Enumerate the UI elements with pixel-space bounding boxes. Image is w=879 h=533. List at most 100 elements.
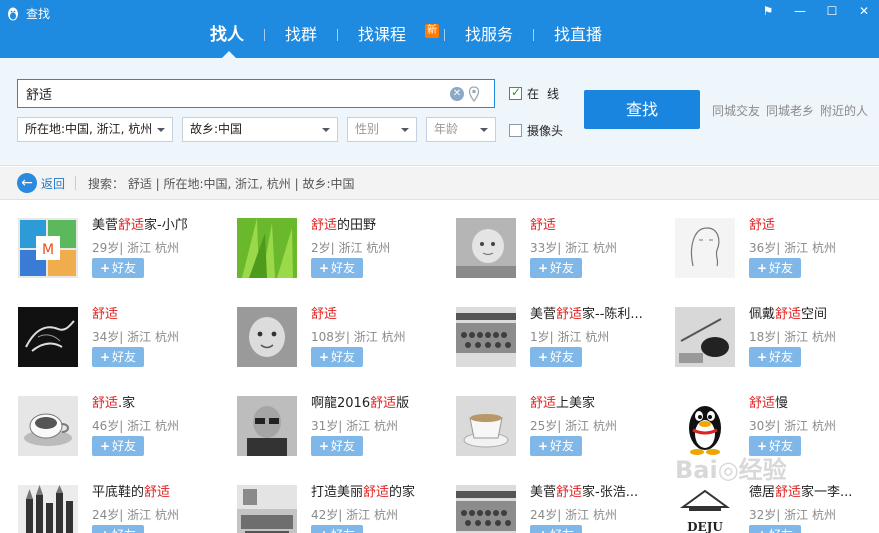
search-button[interactable]: 查找 <box>584 90 700 129</box>
result-card[interactable]: 啊龍2016舒适版 31岁| 浙江 杭州 + 好友 <box>237 396 447 466</box>
nickname[interactable]: 啊龍2016舒适版 <box>311 396 409 412</box>
result-card[interactable]: 平底鞋的舒适 24岁| 浙江 杭州 +好友 <box>18 485 228 533</box>
tab-find-courses[interactable]: 找课程 新 <box>338 22 444 48</box>
add-friend-button[interactable]: +好友 <box>311 436 363 456</box>
result-card[interactable]: 舒适.家 46岁| 浙江 杭州 + 好友 <box>18 396 228 466</box>
hometown-select[interactable]: 故乡:中国 <box>182 117 338 142</box>
nickname[interactable]: 舒适 <box>92 307 118 323</box>
avatar[interactable] <box>18 307 78 367</box>
plus-icon: + <box>538 528 548 533</box>
gender-select[interactable]: 性别 <box>347 117 417 142</box>
plus-icon: + <box>100 528 110 533</box>
add-friend-button[interactable]: +好友 <box>311 258 363 278</box>
avatar[interactable] <box>675 218 735 278</box>
result-card[interactable]: DEJU 德居舒适家一李... 32岁| 浙江 杭州 +好友 <box>675 485 879 533</box>
keyword-input[interactable] <box>26 80 436 107</box>
nickname[interactable]: 舒适 <box>749 218 775 234</box>
add-friend-button[interactable]: +好友 <box>749 347 801 367</box>
link-hometown-friends[interactable]: 同城老乡 <box>766 102 814 119</box>
avatar[interactable] <box>237 396 297 456</box>
avatar[interactable]: M <box>18 218 78 278</box>
nickname[interactable]: 舒适的田野 <box>311 218 376 234</box>
nickname[interactable]: 舒适上美家 <box>530 396 595 412</box>
menu-icon[interactable]: ⚑ <box>761 4 775 18</box>
nickname[interactable]: 舒适.家 <box>92 396 135 412</box>
avatar[interactable] <box>456 218 516 278</box>
nickname[interactable]: 德居舒适家一李... <box>749 485 852 501</box>
tab-find-people[interactable]: 找人 <box>190 22 264 48</box>
avatar[interactable] <box>456 396 516 456</box>
avatar[interactable] <box>237 218 297 278</box>
add-friend-button[interactable]: +好友 <box>530 436 582 456</box>
avatar[interactable] <box>237 307 297 367</box>
add-friend-button[interactable]: +好友 <box>530 258 582 278</box>
result-card[interactable]: 舒适 108岁| 浙江 杭州 + 好友 <box>237 307 447 377</box>
result-card[interactable]: 打造美丽舒适的家 42岁| 浙江 杭州 +好友 <box>237 485 447 533</box>
add-friend-button[interactable]: +好友 <box>92 347 144 367</box>
online-checkbox[interactable] <box>509 85 522 100</box>
result-card[interactable]: M 美菅舒适家-小邝 29岁| 浙江 杭州 + 好友 <box>18 218 228 288</box>
nickname[interactable]: 舒适慢 <box>749 396 788 412</box>
add-friend-button[interactable]: +好友 <box>92 258 144 278</box>
nickname[interactable]: 佩戴舒适空间 <box>749 307 827 323</box>
avatar[interactable]: DEJU <box>675 485 735 533</box>
deju-logo-avatar-image: DEJU <box>675 485 735 533</box>
camera-checkbox[interactable] <box>509 124 522 137</box>
add-friend-button[interactable]: +好友 <box>92 436 144 456</box>
link-local-friends[interactable]: 同城交友 <box>712 102 760 119</box>
nickname[interactable]: 平底鞋的舒适 <box>92 485 170 501</box>
add-friend-button[interactable]: +好友 <box>749 436 801 456</box>
search-panel: ✕ 在线 查找 同城交友 同城老乡 附近的人 所在地:中国, 浙江, 杭州 故乡… <box>0 58 879 166</box>
add-friend-button[interactable]: +好友 <box>92 525 144 533</box>
result-card[interactable]: 舒适的田野 2岁| 浙江 杭州 + 好友 <box>237 218 447 288</box>
avatar[interactable] <box>675 307 735 367</box>
nickname[interactable]: 舒适 <box>311 307 337 323</box>
clear-icon[interactable]: ✕ <box>450 87 464 101</box>
tab-find-groups[interactable]: 找群 <box>265 22 337 48</box>
link-nearby-people[interactable]: 附近的人 <box>820 102 868 119</box>
result-card[interactable]: 舒适 34岁| 浙江 杭州 + 好友 <box>18 307 228 377</box>
nickname[interactable]: 美菅舒适家--陈利... <box>530 307 643 323</box>
back-button[interactable]: ← 返回 <box>17 173 65 193</box>
nickname[interactable]: 打造美丽舒适的家 <box>311 485 415 501</box>
keyword-highlight: 舒适 <box>556 307 583 322</box>
nickname[interactable]: 美菅舒适家-小邝 <box>92 218 188 234</box>
result-card[interactable]: 舒适 33岁| 浙江 杭州 + 好友 <box>456 218 666 288</box>
maximize-icon[interactable]: ☐ <box>825 4 839 18</box>
plus-icon: + <box>537 350 549 364</box>
avatar[interactable] <box>237 485 297 533</box>
tab-find-live[interactable]: 找直播 <box>534 22 622 48</box>
add-friend-button[interactable]: +好友 <box>311 347 363 367</box>
online-toggle[interactable]: 在线 <box>509 85 567 102</box>
keyword-highlight: 舒适 <box>311 307 338 322</box>
avatar[interactable] <box>675 396 735 456</box>
result-card[interactable]: 舒适 36岁| 浙江 杭州 + 好友 <box>675 218 879 288</box>
add-friend-label: 好友 <box>331 261 356 275</box>
result-card[interactable]: 舒适慢 30岁| 浙江 杭州 + 好友 <box>675 396 879 466</box>
result-card[interactable]: 佩戴舒适空间 18岁| 浙江 杭州 + 好友 <box>675 307 879 377</box>
camera-toggle[interactable]: 摄像头 <box>509 122 563 139</box>
result-card[interactable]: 美菅舒适家-张浩... 24岁| 浙江 杭州 +好友 <box>456 485 666 533</box>
logo-tiles-avatar-image: M <box>18 218 78 278</box>
close-icon[interactable]: ✕ <box>857 4 871 18</box>
add-friend-button[interactable]: +好友 <box>749 258 801 278</box>
location-pin-icon[interactable] <box>468 86 480 102</box>
minimize-icon[interactable]: — <box>793 4 807 18</box>
add-friend-button[interactable]: +好友 <box>311 525 363 533</box>
add-friend-button[interactable]: +好友 <box>530 525 582 533</box>
result-card[interactable]: 美菅舒适家--陈利... 1岁| 浙江 杭州 + 好友 <box>456 307 666 377</box>
avatar[interactable] <box>456 485 516 533</box>
avatar[interactable] <box>456 307 516 367</box>
add-friend-button[interactable]: +好友 <box>749 525 801 533</box>
location-select[interactable]: 所在地:中国, 浙江, 杭州 <box>17 117 173 142</box>
avatar[interactable] <box>18 485 78 533</box>
tab-find-services[interactable]: 找服务 <box>445 22 533 48</box>
age-location: 30岁| 浙江 杭州 <box>749 419 836 433</box>
add-friend-button[interactable]: +好友 <box>530 347 582 367</box>
result-card[interactable]: 舒适上美家 25岁| 浙江 杭州 + 好友 <box>456 396 666 466</box>
age-select[interactable]: 年龄 <box>426 117 496 142</box>
nickname[interactable]: 美菅舒适家-张浩... <box>530 485 638 501</box>
tab-label: 找人 <box>210 25 244 45</box>
avatar[interactable] <box>18 396 78 456</box>
nickname[interactable]: 舒适 <box>530 218 556 234</box>
